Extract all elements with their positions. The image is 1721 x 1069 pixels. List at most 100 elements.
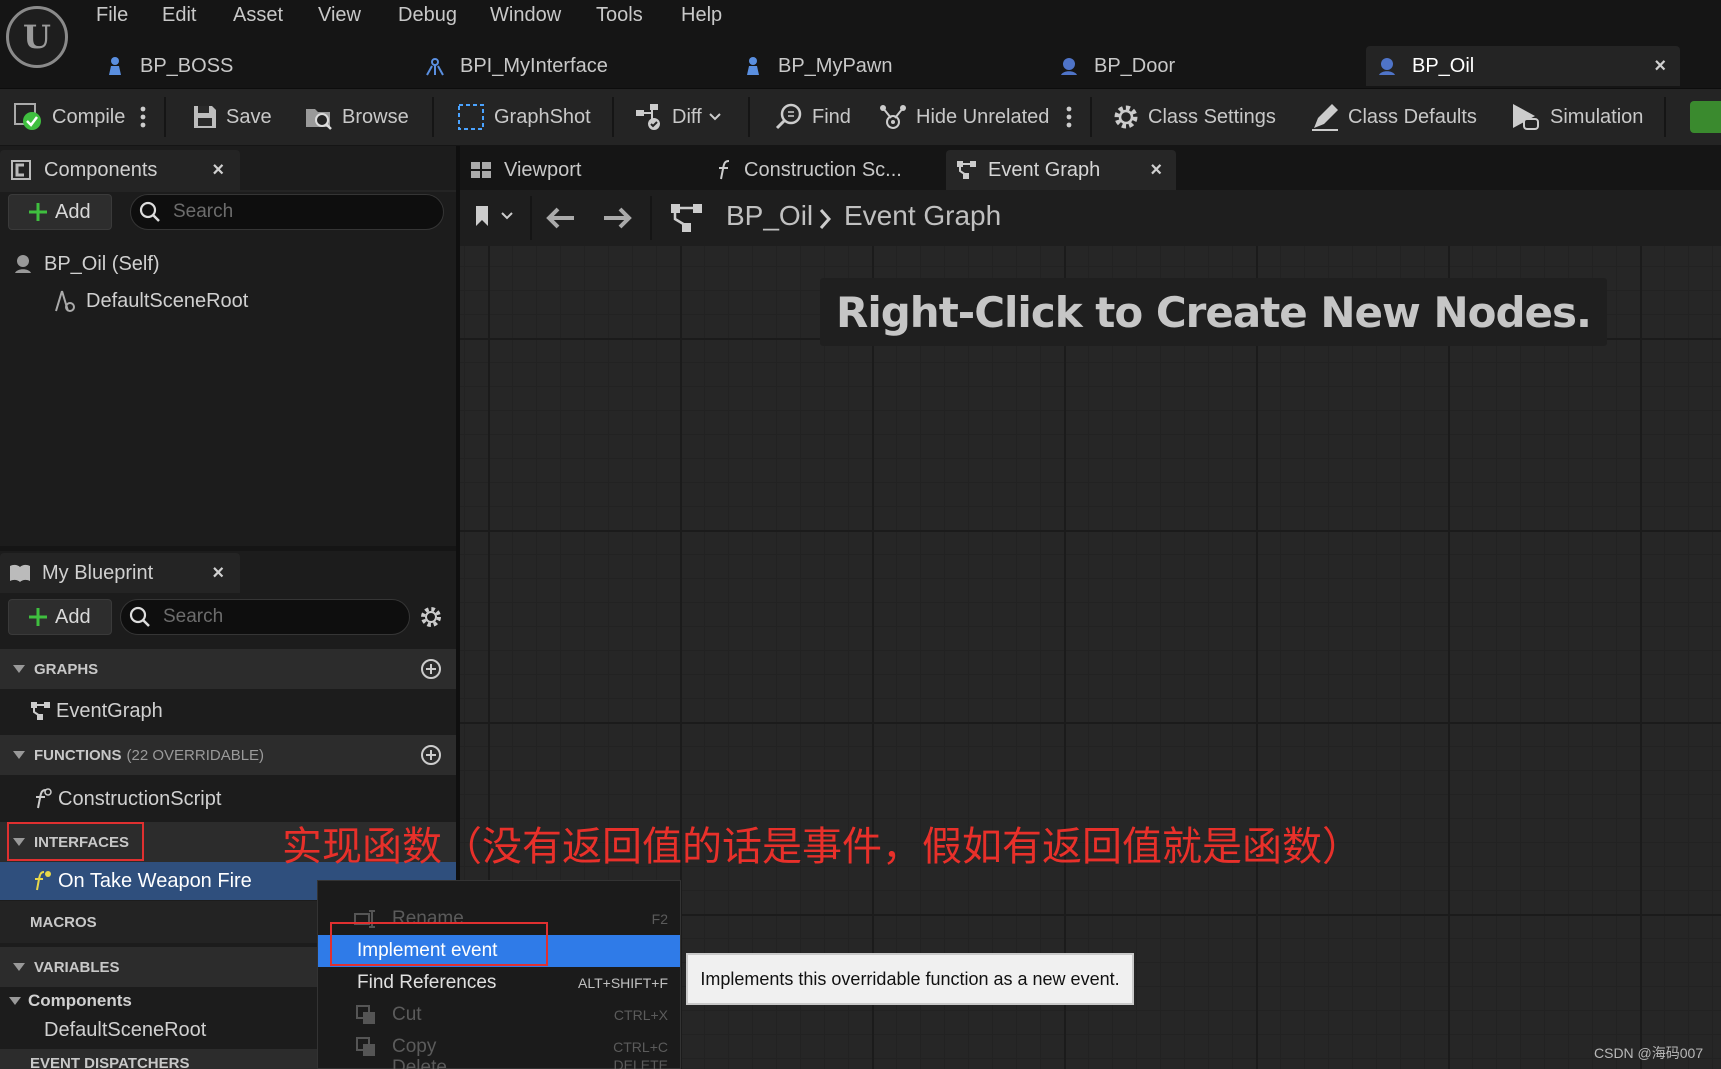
menu-item-find-references[interactable]: Find References ALT+SHIFT+F (318, 967, 680, 999)
compile-options-button[interactable] (140, 89, 146, 145)
compile-icon (14, 103, 41, 130)
close-tab-button[interactable]: × (1654, 55, 1666, 78)
my-blueprint-tab[interactable]: My Blueprint × (0, 553, 240, 593)
components-tab[interactable]: Components × (0, 150, 240, 190)
doc-tab-bp-oil[interactable]: BP_Oil × (1366, 46, 1680, 86)
event-graph-icon (671, 204, 702, 232)
menu-help[interactable]: Help (681, 4, 722, 30)
forward-arrow-icon[interactable] (602, 206, 634, 230)
menu-tools[interactable]: Tools (596, 4, 643, 30)
doc-tab-bp-door[interactable]: BP_Door (1058, 46, 1348, 86)
section-label: GRAPHS (34, 660, 99, 678)
annotation-text: 实现函数（没有返回值的话是事件，假如有返回值就是函数） (282, 824, 1362, 870)
add-circle-icon[interactable] (420, 744, 442, 766)
browse-button[interactable]: Browse (304, 89, 409, 145)
diff-label: Diff (672, 105, 702, 128)
breadcrumb-blueprint[interactable]: BP_Oil (726, 200, 813, 232)
menu-item-cut[interactable]: Cut CTRL+X (318, 999, 680, 1031)
back-arrow-icon[interactable] (544, 206, 576, 230)
unreal-logo-icon[interactable]: U (6, 6, 68, 68)
menu-item-shortcut: CTRL+C (613, 1039, 668, 1055)
search-icon (129, 606, 150, 627)
doc-tab-bpi-myinterface[interactable]: BPI_MyInterface (424, 46, 724, 86)
diff-button[interactable]: Diff (634, 89, 722, 145)
graphs-section-header[interactable]: GRAPHS (0, 649, 456, 689)
hide-unrelated-options-button[interactable] (1066, 89, 1072, 145)
component-tree-item-defaultsceneroot[interactable]: DefaultSceneRoot (0, 283, 456, 319)
menu-debug[interactable]: Debug (398, 4, 457, 30)
watermark: CSDN @海码007 (1594, 1045, 1704, 1061)
menu-item-delete[interactable]: Delete DELETE (318, 1057, 680, 1069)
doc-tab-label: BP_Oil (1412, 54, 1475, 77)
interface-function-icon (35, 871, 51, 891)
find-icon (775, 103, 802, 130)
simulation-icon (1513, 104, 1539, 130)
settings-gear-icon[interactable] (419, 605, 443, 629)
doc-tab-bp-mypawn[interactable]: BP_MyPawn (742, 46, 1032, 86)
toolbar-divider (432, 97, 434, 137)
doc-tab-label: BP_Door (1094, 54, 1176, 77)
search-placeholder: Search (173, 201, 234, 222)
components-search-input[interactable]: Search (130, 194, 444, 230)
add-circle-icon[interactable] (420, 658, 442, 680)
simulation-button[interactable]: Simulation (1510, 89, 1643, 145)
main-toolbar: Compile Save Browse GraphShot Diff Find … (0, 88, 1721, 145)
compile-button[interactable]: Compile (12, 89, 125, 145)
tab-viewport[interactable]: Viewport (470, 152, 581, 188)
viewport-icon (471, 162, 491, 178)
kebab-icon (140, 106, 146, 128)
doc-tab-bp-boss[interactable]: BP_BOSS (104, 46, 394, 86)
menu-item-shortcut: CTRL+X (613, 1007, 668, 1023)
graphshot-label: GraphShot (494, 105, 591, 128)
menu-file[interactable]: File (96, 4, 128, 30)
menu-item-label: Delete (392, 1057, 447, 1069)
add-component-button[interactable]: Add (8, 194, 112, 230)
close-panel-button[interactable]: × (212, 562, 224, 585)
menu-window[interactable]: Window (490, 4, 561, 30)
kebab-icon (1066, 106, 1072, 128)
add-member-button[interactable]: Add (8, 599, 112, 635)
browse-folder-icon (306, 109, 332, 130)
components-icon (11, 160, 31, 180)
tab-construction-script[interactable]: Construction Sc... (714, 152, 902, 188)
implement-event-tooltip: Implements this overridable function as … (686, 953, 1134, 1005)
play-button[interactable] (1690, 101, 1721, 133)
tab-event-graph[interactable]: Event Graph × (946, 150, 1176, 190)
toolbar-divider (612, 97, 614, 137)
nav-divider (650, 196, 652, 240)
doc-tab-label: BP_BOSS (140, 54, 234, 77)
close-panel-button[interactable]: × (212, 159, 224, 182)
collapse-arrow-icon (9, 997, 21, 1005)
bookmark-icon (476, 206, 488, 226)
graphshot-button[interactable]: GraphShot (456, 89, 591, 145)
class-defaults-button[interactable]: Class Defaults (1310, 89, 1477, 145)
graph-item-eventgraph[interactable]: EventGraph (0, 691, 456, 731)
toolbar-divider (1090, 97, 1092, 137)
menu-view[interactable]: View (318, 4, 361, 30)
my-blueprint-title: My Blueprint (42, 561, 154, 584)
function-icon (36, 788, 52, 809)
menu-asset[interactable]: Asset (233, 4, 283, 30)
menu-edit[interactable]: Edit (162, 4, 196, 30)
class-defaults-icon (1312, 104, 1338, 131)
my-blueprint-search-input[interactable]: Search (120, 599, 410, 635)
section-label: MACROS (30, 913, 97, 931)
graph-tab-bar: Viewport Construction Sc... Event Graph … (460, 146, 1721, 190)
cut-icon (356, 1005, 375, 1024)
find-button[interactable]: Find (774, 89, 851, 145)
component-tree-item-self[interactable]: BP_Oil (Self) (0, 246, 456, 282)
breadcrumb-graph[interactable]: Event Graph (844, 200, 1001, 232)
copy-icon (356, 1037, 375, 1056)
graph-navigation-bar: BP_Oil Event Graph (460, 190, 1721, 246)
close-tab-button[interactable]: × (1150, 159, 1162, 182)
doc-tab-label: BPI_MyInterface (460, 54, 608, 77)
hide-unrelated-button[interactable]: Hide Unrelated (878, 89, 1049, 145)
menu-item-label: Copy (392, 1036, 437, 1057)
bookmark-button[interactable] (474, 204, 514, 228)
save-button[interactable]: Save (192, 89, 272, 145)
menu-item-shortcut: DELETE (613, 1057, 668, 1069)
class-settings-button[interactable]: Class Settings (1112, 89, 1276, 145)
functions-section-header[interactable]: FUNCTIONS (22 OVERRIDABLE) (0, 735, 456, 775)
tab-underline (0, 190, 456, 192)
add-label: Add (55, 605, 91, 628)
